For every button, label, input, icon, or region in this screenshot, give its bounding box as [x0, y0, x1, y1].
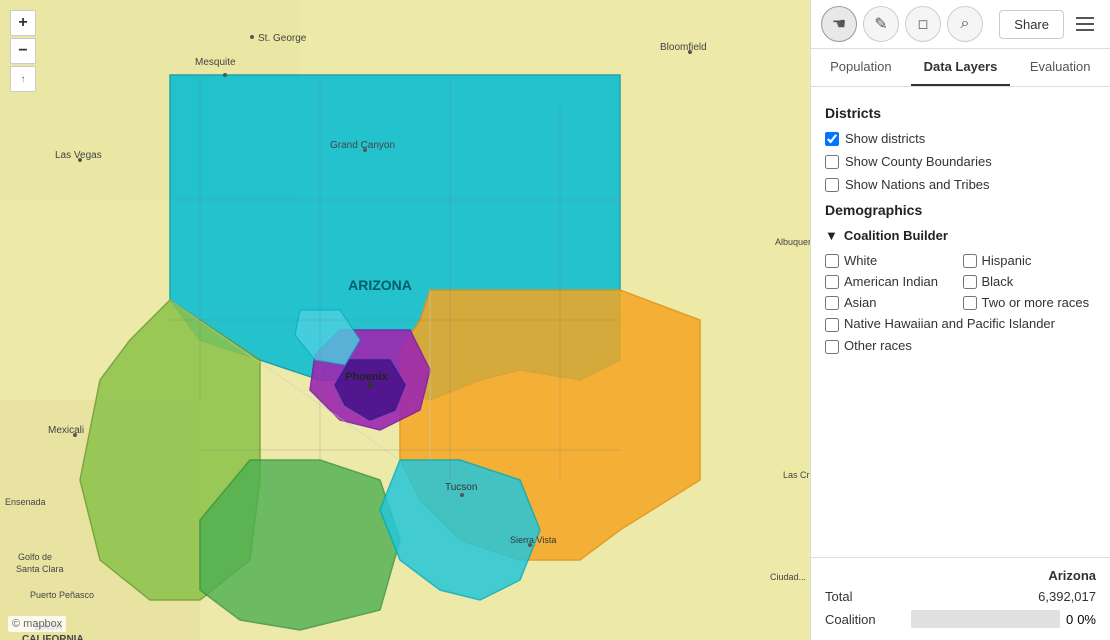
black-label[interactable]: Black [982, 274, 1014, 289]
svg-text:Las Vegas: Las Vegas [55, 150, 102, 161]
hispanic-label[interactable]: Hispanic [982, 253, 1032, 268]
districts-header: Districts [825, 105, 1096, 121]
stats-header-row: Arizona [825, 568, 1096, 583]
asian-item: Asian [825, 295, 959, 310]
coalition-value: 0 [1066, 612, 1073, 627]
two-or-more-label[interactable]: Two or more races [982, 295, 1090, 310]
white-checkbox[interactable] [825, 254, 839, 268]
coalition-arrow-icon: ▼ [825, 228, 838, 243]
total-value: 6,392,017 [905, 589, 1096, 604]
show-districts-checkbox[interactable] [825, 132, 839, 146]
svg-text:Sierra Vista: Sierra Vista [510, 535, 556, 545]
total-stats-row: Total 6,392,017 [825, 589, 1096, 604]
compass-button[interactable]: ↑ [10, 66, 36, 92]
show-districts-label[interactable]: Show districts [845, 131, 925, 146]
native-hawaiian-label[interactable]: Native Hawaiian and Pacific Islander [844, 316, 1055, 331]
menu-line-2 [1076, 23, 1094, 25]
menu-line-3 [1076, 29, 1094, 31]
white-item: White [825, 253, 959, 268]
two-or-more-item: Two or more races [963, 295, 1097, 310]
svg-text:Puerto Peñasco: Puerto Peñasco [30, 590, 94, 600]
show-nations-row: Show Nations and Tribes [825, 177, 1096, 192]
show-districts-row: Show districts [825, 131, 1096, 146]
show-nations-checkbox[interactable] [825, 178, 839, 192]
coalition-builder: ▼ Coalition Builder White Hispanic [825, 228, 1096, 354]
native-hawaiian-item: Native Hawaiian and Pacific Islander [825, 316, 1096, 332]
native-hawaiian-checkbox[interactable] [825, 318, 839, 332]
erase-tool-button[interactable]: ◻ [905, 6, 941, 42]
show-county-row: Show County Boundaries [825, 154, 1096, 169]
pan-tool-button[interactable]: ☚ [821, 6, 857, 42]
other-races-checkbox[interactable] [825, 340, 839, 354]
search-tool-button[interactable]: ⌕ [947, 6, 983, 42]
toolbar: ☚ ✎ ◻ ⌕ Share [811, 0, 1110, 49]
show-county-label[interactable]: Show County Boundaries [845, 154, 992, 169]
svg-text:ARIZONA: ARIZONA [348, 277, 412, 293]
map-zoom-controls: + − ↑ [10, 10, 36, 92]
tab-population[interactable]: Population [811, 49, 911, 86]
svg-text:Phoenix: Phoenix [345, 371, 389, 383]
american-indian-checkbox[interactable] [825, 275, 839, 289]
other-races-item: Other races [825, 338, 1096, 354]
menu-button[interactable] [1070, 9, 1100, 39]
svg-text:CALIFORNIA: CALIFORNIA [22, 634, 84, 640]
two-or-more-checkbox[interactable] [963, 296, 977, 310]
svg-text:Mexicali: Mexicali [48, 425, 84, 436]
svg-text:Las Cruce...: Las Cruce... [783, 470, 810, 480]
tab-bar: Population Data Layers Evaluation [811, 49, 1110, 87]
zoom-in-button[interactable]: + [10, 10, 36, 36]
draw-tool-button[interactable]: ✎ [863, 6, 899, 42]
svg-text:St. George: St. George [258, 33, 307, 44]
total-label: Total [825, 589, 905, 604]
coalition-stats-row: Coalition 0 0% [825, 610, 1096, 628]
svg-text:Santa Clara: Santa Clara [16, 564, 64, 574]
coalition-label: Coalition [825, 612, 905, 627]
white-label[interactable]: White [844, 253, 877, 268]
right-panel: ☚ ✎ ◻ ⌕ Share Population Data Layers Eva… [810, 0, 1110, 640]
map-svg: St. George Bloomfield Las Vegas Mesquite… [0, 0, 810, 640]
american-indian-label[interactable]: American Indian [844, 274, 938, 289]
black-item: Black [963, 274, 1097, 289]
tab-data-layers[interactable]: Data Layers [911, 49, 1011, 86]
svg-text:Albuquer...: Albuquer... [775, 237, 810, 247]
asian-checkbox[interactable] [825, 296, 839, 310]
stats-region-label: Arizona [1048, 568, 1096, 583]
demographics-section: Demographics ▼ Coalition Builder White [825, 202, 1096, 354]
show-nations-label[interactable]: Show Nations and Tribes [845, 177, 990, 192]
svg-text:Tucson: Tucson [445, 482, 477, 493]
coalition-pct: 0% [1077, 612, 1096, 627]
tab-evaluation[interactable]: Evaluation [1010, 49, 1110, 86]
svg-text:Ciudad...: Ciudad... [770, 572, 806, 582]
zoom-out-button[interactable]: − [10, 38, 36, 64]
panel-content: Districts Show districts Show County Bou… [811, 87, 1110, 557]
svg-text:Golfo de: Golfo de [18, 552, 52, 562]
svg-text:Mesquite: Mesquite [195, 57, 236, 68]
coalition-bar-container [911, 610, 1060, 628]
svg-text:Ensenada: Ensenada [5, 497, 46, 507]
mapbox-logo: © mapbox [8, 616, 66, 632]
demographics-header: Demographics [825, 202, 1096, 218]
asian-label[interactable]: Asian [844, 295, 877, 310]
svg-text:Grand Canyon: Grand Canyon [330, 140, 395, 151]
black-checkbox[interactable] [963, 275, 977, 289]
other-races-label[interactable]: Other races [844, 338, 912, 353]
coalition-builder-label: Coalition Builder [844, 228, 948, 243]
share-button[interactable]: Share [999, 10, 1064, 39]
show-county-checkbox[interactable] [825, 155, 839, 169]
coalition-grid: White Hispanic American Indian Black [825, 253, 1096, 310]
hispanic-checkbox[interactable] [963, 254, 977, 268]
coalition-builder-header[interactable]: ▼ Coalition Builder [825, 228, 1096, 243]
menu-line-1 [1076, 17, 1094, 19]
svg-text:Bloomfield: Bloomfield [660, 42, 707, 53]
map-container[interactable]: St. George Bloomfield Las Vegas Mesquite… [0, 0, 810, 640]
hispanic-item: Hispanic [963, 253, 1097, 268]
american-indian-item: American Indian [825, 274, 959, 289]
stats-footer: Arizona Total 6,392,017 Coalition 0 0% [811, 557, 1110, 640]
